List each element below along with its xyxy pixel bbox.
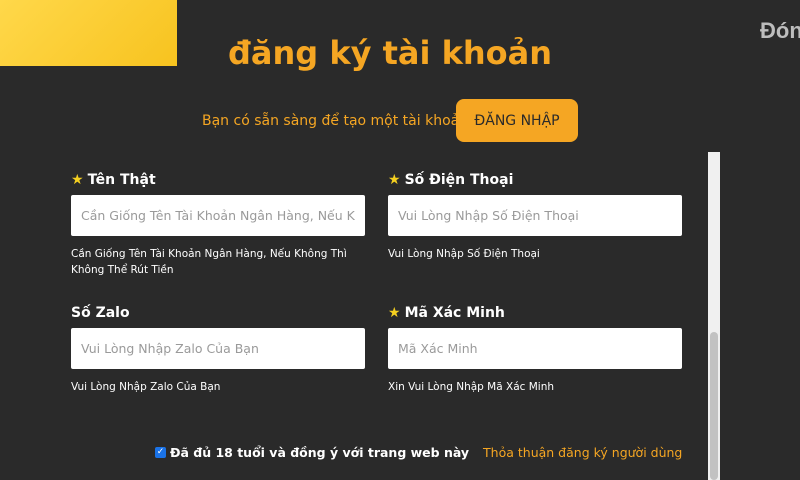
phone-helper: Vui Lòng Nhập Số Điện Thoại bbox=[388, 248, 540, 260]
star-icon: ★ bbox=[71, 172, 84, 188]
field-label-verification-code: ★ Mã Xác Minh bbox=[388, 304, 684, 322]
verification-code-helper: Xin Vui Lòng Nhập Mã Xác Minh bbox=[388, 381, 555, 393]
field-zalo: Số Zalo Vui Lòng Nhập Zalo Của Bạn bbox=[71, 304, 367, 395]
phone-input[interactable] bbox=[388, 195, 682, 236]
page-title: đăng ký tài khoản bbox=[227, 34, 553, 72]
scrollbar-thumb[interactable] bbox=[710, 332, 718, 480]
field-real-name: ★ Tên Thật Cần Giống Tên Tài Khoản Ngân … bbox=[71, 171, 367, 278]
terms-text: Đã đủ 18 tuổi và đồng ý với trang web nà… bbox=[170, 445, 470, 460]
field-verification-code: ★ Mã Xác Minh Xin Vui Lòng Nhập Mã Xác M… bbox=[388, 304, 684, 395]
login-prompt-text: Bạn có sẵn sàng để tạo một tài khoản ? bbox=[202, 113, 480, 129]
verification-code-input[interactable] bbox=[388, 328, 682, 369]
registration-form: ★ Tên Thật Cần Giống Tên Tài Khoản Ngân … bbox=[0, 152, 720, 480]
user-agreement-link[interactable]: Thỏa thuận đăng ký người dùng bbox=[483, 445, 682, 460]
star-icon: ★ bbox=[388, 172, 401, 188]
field-label-zalo: Số Zalo bbox=[71, 304, 367, 322]
field-label-phone: ★ Số Điện Thoại bbox=[388, 171, 684, 189]
field-label-text: Mã Xác Minh bbox=[404, 305, 505, 321]
zalo-helper: Vui Lòng Nhập Zalo Của Bạn bbox=[71, 381, 221, 393]
field-label-text: Số Zalo bbox=[71, 305, 130, 321]
terms-checkbox[interactable]: ✓ bbox=[155, 447, 166, 458]
field-label-real-name: ★ Tên Thật bbox=[71, 171, 367, 189]
terms-row: ✓ Đã đủ 18 tuổi và đồng ý với trang web … bbox=[155, 445, 682, 460]
field-label-text: Số Điện Thoại bbox=[404, 172, 514, 188]
form-scrollbar[interactable] bbox=[708, 152, 720, 480]
field-label-text: Tên Thật bbox=[87, 172, 156, 188]
real-name-helper: Cần Giống Tên Tài Khoản Ngân Hàng, Nếu K… bbox=[71, 248, 347, 276]
login-button[interactable]: ĐĂNG NHẬP bbox=[456, 99, 578, 142]
real-name-input[interactable] bbox=[71, 195, 365, 236]
field-phone: ★ Số Điện Thoại Vui Lòng Nhập Số Điện Th… bbox=[388, 171, 684, 262]
star-icon: ★ bbox=[388, 305, 401, 321]
zalo-input[interactable] bbox=[71, 328, 365, 369]
check-icon: ✓ bbox=[156, 447, 165, 457]
